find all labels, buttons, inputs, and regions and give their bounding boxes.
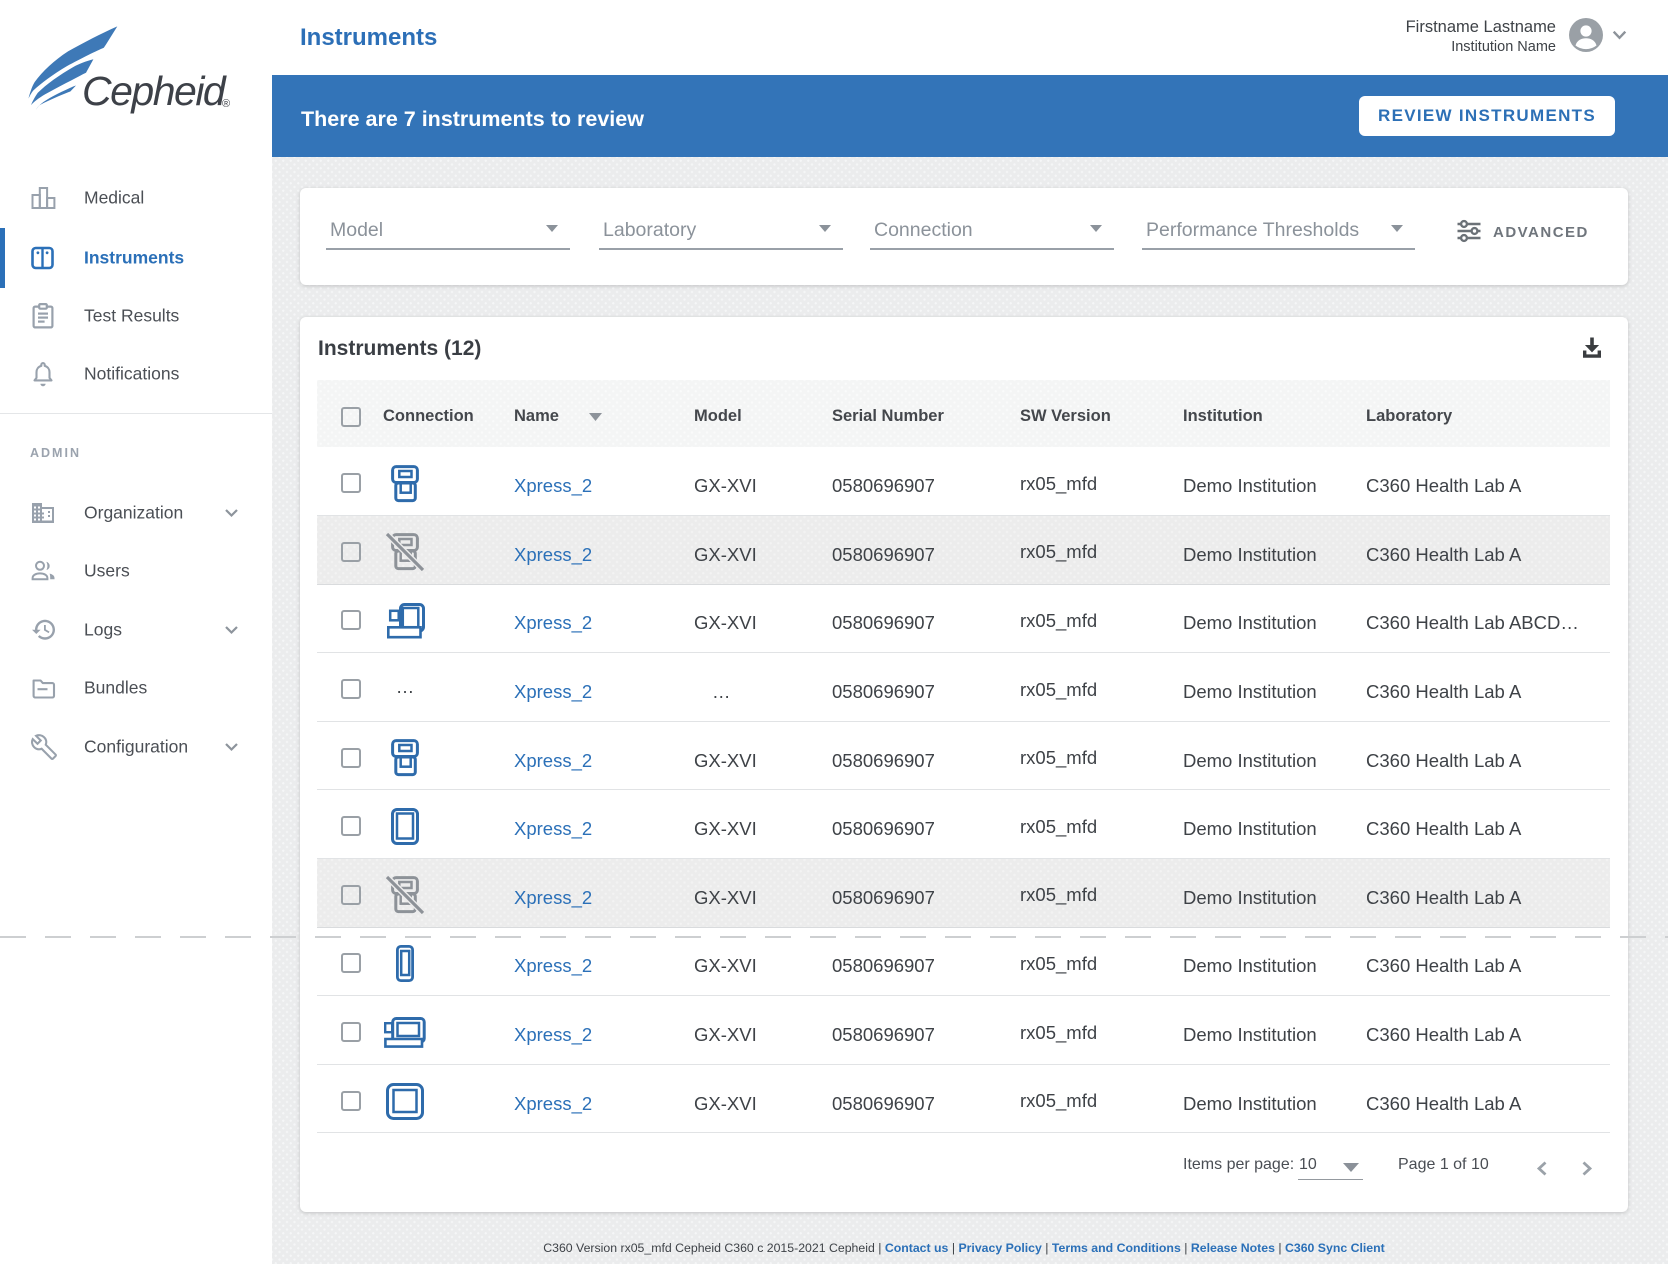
svg-text:Cepheid: Cepheid: [82, 68, 227, 114]
svg-text:®: ®: [222, 98, 230, 110]
